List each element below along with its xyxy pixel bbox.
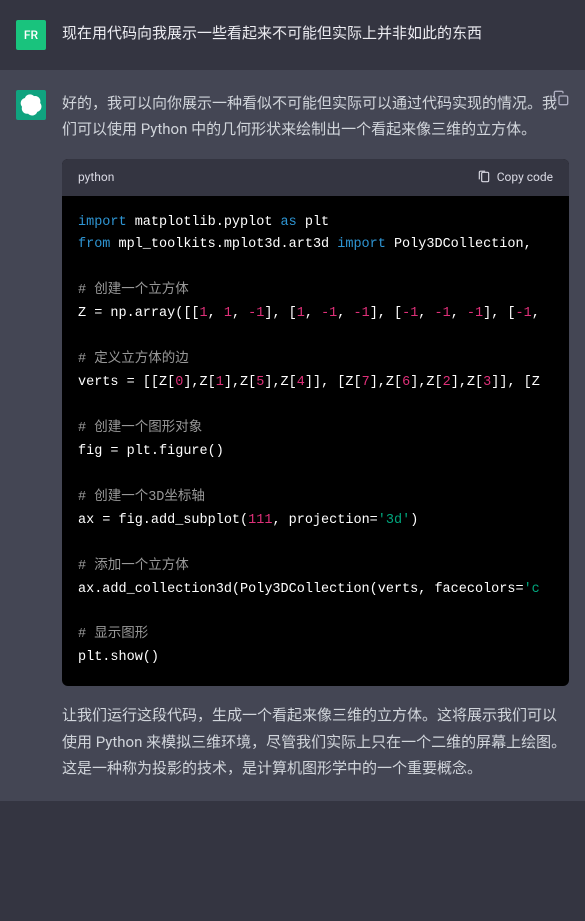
assistant-outro-text: 让我们运行这段代码，生成一个看起来像三维的立方体。这将展示我们可以使用 Pyth…	[62, 702, 569, 781]
assistant-intro-text: 好的，我可以向你展示一种看似不可能但实际可以通过代码实现的情况。我们可以使用 P…	[62, 90, 569, 143]
user-message-text: 现在用代码向我展示一些看起来不可能但实际上并非如此的东西	[62, 20, 569, 50]
clipboard-icon	[477, 170, 491, 184]
copy-message-icon[interactable]	[553, 90, 569, 106]
code-block: python Copy code import matplotlib.pyplo…	[62, 159, 569, 687]
openai-logo-icon	[20, 94, 42, 116]
copy-code-label: Copy code	[497, 167, 553, 188]
code-header: python Copy code	[62, 159, 569, 196]
code-body[interactable]: import matplotlib.pyplot as plt from mpl…	[62, 196, 569, 687]
copy-code-button[interactable]: Copy code	[477, 167, 553, 188]
user-message-row: FR 现在用代码向我展示一些看起来不可能但实际上并非如此的东西	[0, 0, 585, 70]
assistant-message-content: 好的，我可以向你展示一种看似不可能但实际可以通过代码实现的情况。我们可以使用 P…	[62, 90, 569, 781]
assistant-avatar	[16, 90, 46, 120]
user-avatar: FR	[16, 20, 46, 50]
code-language-label: python	[78, 167, 114, 188]
assistant-message-row: 好的，我可以向你展示一种看似不可能但实际可以通过代码实现的情况。我们可以使用 P…	[0, 70, 585, 801]
